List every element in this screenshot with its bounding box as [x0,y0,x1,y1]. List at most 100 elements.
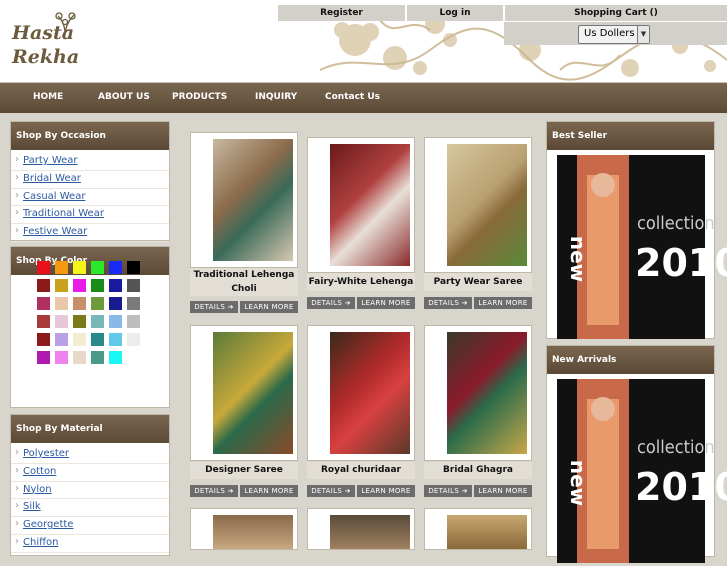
year-label: 2010 [635,465,727,509]
best-seller-panel: Best Seller new collection 2010 [546,121,727,339]
collection-label: collection [637,213,715,234]
learn-more-button[interactable]: LEARN MORE [474,297,532,309]
product-image[interactable] [424,137,532,273]
color-swatch[interactable] [73,261,86,274]
login-link[interactable]: Log in [407,5,503,21]
nav-home[interactable]: HOME [33,83,63,113]
color-swatch[interactable] [55,297,68,310]
product-name[interactable]: Royal churidaar [307,462,415,479]
color-swatch[interactable] [73,333,86,346]
product-image[interactable] [424,508,532,550]
learn-more-button[interactable]: LEARN MORE [357,485,415,497]
color-swatch[interactable] [127,261,140,274]
color-swatch[interactable] [127,315,140,328]
product-name[interactable]: Traditional Lehenga Choli [190,268,298,296]
occasion-item[interactable]: Traditional Wear [11,205,169,225]
details-button[interactable]: DETAILS ➔ [307,297,355,309]
color-swatch[interactable] [73,279,86,292]
color-swatch[interactable] [37,297,50,310]
material-item[interactable]: Nylon [11,481,169,500]
occasion-item[interactable]: Casual Wear [11,188,169,207]
details-button[interactable]: DETAILS ➔ [190,301,238,313]
color-swatch[interactable] [109,351,122,364]
nav-contact-us[interactable]: Contact Us [325,83,380,113]
material-item[interactable]: Cotton [11,463,169,482]
product-name[interactable]: Bridal Ghagra [424,462,532,479]
color-swatch[interactable] [109,315,122,328]
color-swatch[interactable] [109,333,122,346]
product-name[interactable]: Fairy-White Lehenga [307,273,415,291]
color-swatch[interactable] [55,315,68,328]
learn-more-button[interactable]: LEARN MORE [240,485,298,497]
logo-word-2: Rekha [12,46,80,68]
product-image[interactable] [190,325,298,461]
product-image[interactable] [307,508,415,550]
color-swatch[interactable] [127,351,140,364]
material-panel: Shop By Material Polyester Cotton Nylon … [10,414,170,556]
color-swatch[interactable] [91,315,104,328]
color-swatch[interactable] [109,297,122,310]
register-link[interactable]: Register [278,5,405,21]
color-swatch[interactable] [37,279,50,292]
color-swatch[interactable] [55,351,68,364]
color-swatch[interactable] [91,351,104,364]
color-swatch[interactable] [37,261,50,274]
new-arrivals-panel: New Arrivals new collection 2010 [546,345,727,563]
color-swatch[interactable] [109,279,122,292]
best-seller-heading: Best Seller [547,122,714,150]
details-button[interactable]: DETAILS ➔ [190,485,238,497]
color-swatch[interactable] [91,333,104,346]
product-image[interactable] [190,132,298,268]
color-swatch[interactable] [73,297,86,310]
year-label: 2010 [635,241,727,285]
color-swatch[interactable] [109,261,122,274]
color-swatch[interactable] [91,261,104,274]
color-swatch[interactable] [73,315,86,328]
product-name[interactable]: Party Wear Saree [424,273,532,291]
floral-logo-icon [55,12,76,35]
nav-products[interactable]: PRODUCTS [172,83,227,113]
color-swatch[interactable] [127,297,140,310]
product-image[interactable] [307,325,415,461]
color-swatch[interactable] [55,261,68,274]
learn-more-button[interactable]: LEARN MORE [240,301,298,313]
learn-more-button[interactable]: LEARN MORE [474,485,532,497]
color-swatch[interactable] [73,351,86,364]
color-swatch[interactable] [55,333,68,346]
occasion-item[interactable]: Festive Wear [11,223,169,242]
color-swatch[interactable] [127,279,140,292]
product-image[interactable] [190,508,298,550]
material-heading: Shop By Material [11,415,169,443]
occasion-panel: Shop By Occasion Party Wear Bridal Wear … [10,121,170,242]
occasion-item[interactable]: Bridal Wear [11,170,169,189]
product-image[interactable] [307,137,415,273]
occasion-item[interactable]: Party Wear [11,152,169,171]
product-image[interactable] [424,325,532,461]
material-item[interactable]: Chiffon [11,534,169,553]
collection-label: collection [637,437,715,458]
color-swatch[interactable] [37,351,50,364]
color-swatch[interactable] [91,279,104,292]
shopping-cart-link[interactable]: Shopping Cart () [505,5,727,21]
material-item[interactable]: Georgette [11,516,169,535]
learn-more-button[interactable]: LEARN MORE [357,297,415,309]
details-button[interactable]: DETAILS ➔ [424,297,472,309]
best-seller-banner[interactable]: new collection 2010 [557,155,727,339]
color-swatch[interactable] [37,315,50,328]
details-button[interactable]: DETAILS ➔ [307,485,355,497]
material-item[interactable]: Polyester [11,445,169,464]
nav-about-us[interactable]: ABOUT US [98,83,150,113]
color-swatch[interactable] [37,333,50,346]
new-arrivals-heading: New Arrivals [547,346,714,374]
color-swatch[interactable] [55,279,68,292]
logo[interactable]: Hasta Rekha [10,8,80,74]
currency-select[interactable]: Us Dollers ▼ [578,25,650,44]
material-item[interactable]: Silk [11,498,169,518]
nav-inquiry[interactable]: INQUIRY [255,83,297,113]
new-label: new [566,459,591,507]
color-swatch[interactable] [127,333,140,346]
product-name[interactable]: Designer Saree [190,462,298,479]
new-arrivals-banner[interactable]: new collection 2010 [557,379,727,563]
details-button[interactable]: DETAILS ➔ [424,485,472,497]
color-swatch[interactable] [91,297,104,310]
